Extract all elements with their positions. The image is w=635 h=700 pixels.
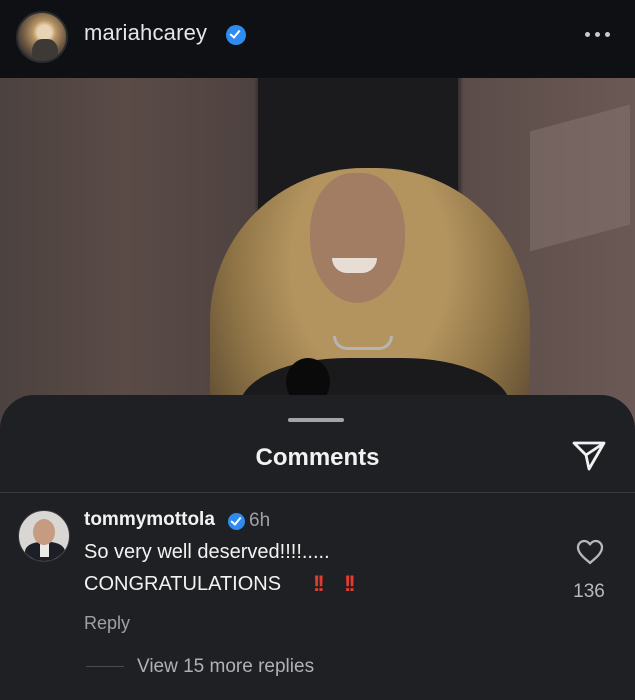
- double-exclamation-emoji-icon: !!: [313, 571, 325, 596]
- reply-button[interactable]: Reply: [84, 613, 130, 634]
- commenter-username[interactable]: tommymottola: [84, 509, 215, 531]
- post-author-username[interactable]: mariahcarey: [84, 20, 207, 46]
- post-header: mariahcarey: [0, 0, 635, 78]
- send-icon[interactable]: [571, 438, 607, 472]
- heart-icon[interactable]: [575, 538, 605, 566]
- comment-timestamp: 6h: [249, 510, 271, 531]
- double-exclamation-emoji-icon: !!: [344, 571, 356, 596]
- photo-face: [310, 173, 405, 303]
- commenter-avatar[interactable]: [18, 510, 70, 562]
- post-author-avatar[interactable]: [16, 11, 68, 63]
- verified-badge-icon: [226, 25, 246, 45]
- sheet-drag-handle[interactable]: [288, 418, 344, 422]
- replies-divider-line: [86, 666, 124, 667]
- stage-light: [530, 104, 630, 252]
- more-horizontal-icon[interactable]: [585, 25, 615, 43]
- sheet-title: Comments: [255, 444, 380, 471]
- comments-sheet: Comments tommymottola 6h So very well de…: [0, 395, 635, 700]
- post-photo[interactable]: [0, 78, 635, 438]
- comment-text-line-2: CONGRATULATIONS: [84, 573, 282, 595]
- view-more-replies-button[interactable]: View 15 more replies: [137, 656, 314, 678]
- sheet-divider: [0, 492, 635, 493]
- comment-text-line-1: So very well deserved!!!!.....: [84, 541, 330, 563]
- photo-necklace: [333, 336, 393, 350]
- verified-badge-icon: [228, 513, 245, 530]
- like-count: 136: [573, 581, 605, 602]
